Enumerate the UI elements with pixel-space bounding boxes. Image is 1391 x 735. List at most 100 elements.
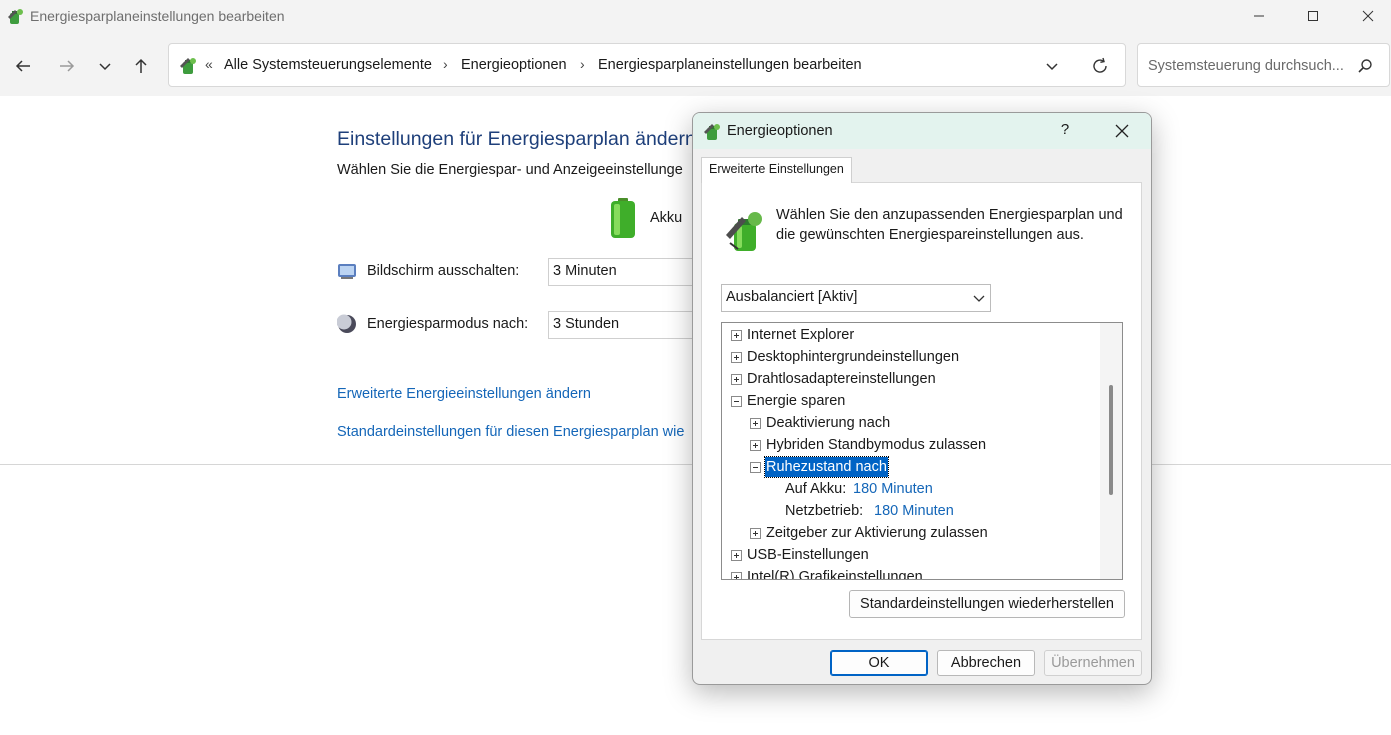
expand-icon[interactable] (731, 374, 742, 385)
tree-item-intel-graphics[interactable]: Intel(R) Grafikeinstellungen (722, 566, 1102, 580)
restore-defaults-link[interactable]: Standardeinstellungen für diesen Energie… (337, 424, 684, 440)
navigation-bar: « Alle Systemsteuerungselemente › Energi… (0, 32, 1391, 96)
close-icon (1362, 10, 1374, 22)
forward-button[interactable] (53, 52, 81, 80)
search-box[interactable]: Systemsteuerung durchsuch... (1137, 43, 1390, 87)
breadcrumb-power-options[interactable]: Energieoptionen (461, 57, 567, 73)
expand-icon[interactable] (750, 440, 761, 451)
advanced-settings-link[interactable]: Erweiterte Energieeinstellungen ändern (337, 386, 591, 402)
monitor-icon (337, 261, 357, 281)
sleep-select[interactable]: 3 Stunden (548, 311, 708, 339)
expand-icon[interactable] (731, 572, 742, 579)
expand-icon[interactable] (750, 418, 761, 429)
chevron-down-icon (99, 63, 111, 71)
tree-item-label: USB-Einstellungen (747, 547, 869, 563)
display-off-select[interactable]: 3 Minuten (548, 258, 708, 286)
search-input[interactable]: Systemsteuerung durchsuch... (1148, 58, 1344, 74)
tree-item-label: Hybriden Standbymodus zulassen (766, 437, 987, 453)
tree-item-desktop-background[interactable]: Desktophintergrundeinstellungen (722, 346, 1102, 368)
breadcrumb-separator[interactable]: › (580, 56, 585, 72)
help-button[interactable]: ? (1053, 121, 1077, 138)
arrow-up-icon (135, 58, 147, 73)
collapse-icon[interactable] (750, 462, 761, 473)
expand-icon[interactable] (750, 528, 761, 539)
breadcrumb-edit-plan[interactable]: Energiesparplaneinstellungen bearbeiten (598, 57, 862, 73)
restore-defaults-button[interactable]: Standardeinstellungen wiederherstellen (849, 590, 1125, 618)
tree-item-label-selected: Ruhezustand nach (764, 456, 889, 478)
breadcrumb-separator[interactable]: › (443, 56, 448, 72)
refresh-button[interactable] (1091, 57, 1109, 75)
power-plan-select[interactable]: Ausbalanciert [Aktiv] (721, 284, 991, 312)
tree-item-wake-timers[interactable]: Zeitgeber zur Aktivierung zulassen (722, 522, 1102, 544)
battery-column-label: Akku (650, 210, 683, 226)
power-plan-icon (724, 209, 766, 253)
close-window-button[interactable] (1345, 0, 1391, 32)
tree-item-label: Zeitgeber zur Aktivierung zulassen (766, 525, 988, 541)
display-off-label: Bildschirm ausschalten: (367, 263, 520, 279)
dialog-title: Energieoptionen (727, 123, 833, 139)
tree-item-label: Deaktivierung nach (766, 415, 891, 431)
back-button[interactable] (9, 52, 37, 80)
chevron-down-icon (1046, 63, 1058, 71)
dialog-description: Wählen Sie den anzupassenden Energiespar… (776, 207, 1123, 243)
control-panel-icon (178, 55, 198, 75)
power-plan-value: Ausbalanciert [Aktiv] (726, 289, 858, 305)
tree-scrollbar-thumb[interactable] (1109, 385, 1113, 495)
arrow-left-icon (15, 60, 30, 72)
window-titlebar: Energiesparplaneinstellungen bearbeiten (0, 0, 1391, 32)
expand-icon[interactable] (731, 330, 742, 341)
ok-button[interactable]: OK (830, 650, 928, 676)
page-title: Einstellungen für Energiesparplan ändern (337, 128, 696, 150)
plugged-in-value[interactable]: 180 Minuten (874, 501, 954, 521)
tree-item-deactivate-after[interactable]: Deaktivierung nach (722, 412, 1102, 434)
window-title: Energiesparplaneinstellungen bearbeiten (30, 8, 285, 24)
sleep-label: Energiesparmodus nach: (367, 316, 529, 332)
tree-item-label: Drahtlosadaptereinstellungen (747, 371, 936, 387)
tab-advanced-settings[interactable]: Erweiterte Einstellungen (701, 157, 852, 183)
close-icon (1115, 124, 1129, 138)
tab-panel: Wählen Sie den anzupassenden Energiespar… (701, 182, 1142, 640)
cancel-button[interactable]: Abbrechen (937, 650, 1035, 676)
on-battery-value[interactable]: 180 Minuten (853, 479, 933, 499)
chevron-down-icon (973, 295, 985, 302)
dialog-titlebar: Energieoptionen ? (693, 113, 1151, 149)
tree-item-on-battery[interactable]: Auf Akku: 180 Minuten (722, 478, 1102, 500)
on-battery-label: Auf Akku: (785, 481, 847, 497)
minimize-icon (1254, 15, 1264, 17)
power-options-dialog-icon (702, 121, 722, 141)
tree-scrollbar[interactable] (1100, 323, 1122, 579)
search-icon[interactable] (1357, 58, 1373, 74)
tree-item-label: Internet Explorer (747, 327, 855, 343)
address-bar[interactable]: « Alle Systemsteuerungselemente › Energi… (168, 43, 1126, 87)
up-button[interactable] (127, 52, 155, 80)
tree-item-wireless-adapter[interactable]: Drahtlosadaptereinstellungen (722, 368, 1102, 390)
tree-item-energy-saving[interactable]: Energie sparen (722, 390, 1102, 412)
apply-button[interactable]: Übernehmen (1044, 650, 1142, 676)
tree-item-label: Desktophintergrundeinstellungen (747, 349, 960, 365)
tree-item-label: Intel(R) Grafikeinstellungen (747, 569, 923, 580)
battery-icon (609, 197, 637, 239)
tree-item-hybrid-standby[interactable]: Hybriden Standbymodus zulassen (722, 434, 1102, 456)
plugged-in-label: Netzbetrieb: (785, 503, 864, 519)
breadcrumb-overflow[interactable]: « (205, 56, 213, 72)
expand-icon[interactable] (731, 352, 742, 363)
refresh-icon (1093, 57, 1107, 73)
expand-icon[interactable] (731, 550, 742, 561)
minimize-button[interactable] (1236, 0, 1282, 32)
power-options-app-icon (6, 7, 24, 25)
settings-tree[interactable]: Internet Explorer Desktophintergrundeins… (721, 322, 1123, 580)
breadcrumb-all-items[interactable]: Alle Systemsteuerungselemente (224, 57, 432, 73)
recent-locations-button[interactable] (91, 52, 119, 80)
tree-item-internet-explorer[interactable]: Internet Explorer (722, 324, 1102, 346)
tree-item-hibernate-after[interactable]: Ruhezustand nach (722, 456, 1102, 478)
maximize-button[interactable] (1290, 0, 1336, 32)
tree-item-usb-settings[interactable]: USB-Einstellungen (722, 544, 1102, 566)
address-dropdown-button[interactable] (1045, 59, 1059, 73)
page-subtitle: Wählen Sie die Energiespar- und Anzeigee… (337, 162, 683, 178)
arrow-right-icon (60, 60, 75, 72)
maximize-icon (1308, 11, 1318, 21)
tree-item-plugged-in[interactable]: Netzbetrieb: 180 Minuten (722, 500, 1102, 522)
dialog-close-button[interactable] (1105, 119, 1139, 143)
tree-item-label: Energie sparen (747, 393, 846, 409)
collapse-icon[interactable] (731, 396, 742, 407)
